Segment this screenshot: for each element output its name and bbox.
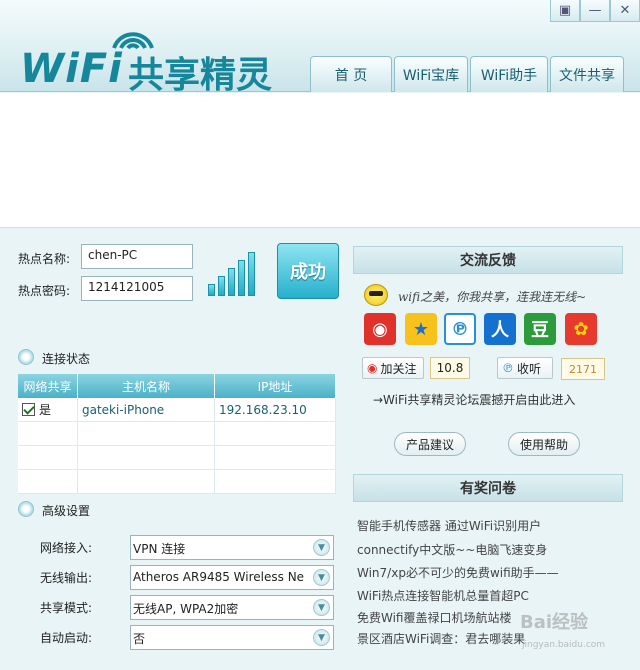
watermark-logo: Bai经验 — [520, 612, 589, 633]
connection-status-icon — [18, 349, 34, 365]
network-access-label: 网络接入: — [40, 541, 93, 555]
survey-header: 有奖问卷 — [353, 474, 623, 502]
app-logo: WiFi 共享精灵 — [20, 18, 290, 96]
tencent-weibo-icon: ℗ — [502, 361, 514, 375]
wireless-output-select[interactable]: Atheros AR9485 Wireless Ne ▼ — [130, 565, 334, 590]
tab-wifi-library[interactable]: WiFi宝库 — [394, 56, 468, 92]
chevron-down-icon[interactable]: ▼ — [313, 569, 330, 586]
banner-area — [0, 93, 640, 228]
survey-item[interactable]: connectify中文版~~电脑飞速变身 — [357, 541, 547, 558]
connection-table-header: 网络共享 主机名称 IP地址 — [18, 374, 336, 398]
hotspot-name-input[interactable]: chen-PC — [81, 244, 193, 269]
share-mode-value: 无线AP, WPA2加密 — [133, 602, 239, 616]
smiley-icon — [364, 284, 388, 306]
share-checkbox[interactable] — [22, 403, 35, 416]
weibo-follow-label: 加关注 — [380, 361, 417, 376]
survey-item[interactable]: WiFi热点连接智能机总量首超PC — [357, 587, 529, 604]
survey-item[interactable]: 景区酒店WiFi调查：君去哪装果 — [357, 630, 525, 647]
douban-icon[interactable]: 豆 — [524, 313, 556, 345]
column-header-ip: IP地址 — [215, 374, 336, 398]
column-header-share: 网络共享 — [18, 374, 78, 398]
wireless-output-label: 无线输出: — [40, 571, 93, 585]
renren-icon[interactable]: 人 — [484, 313, 516, 345]
title-bar: WiFi 共享精灵 ▣ — ✕ 首 页 WiFi宝库 WiFi助手 文件共享 — [0, 0, 640, 96]
share-value: 是 — [39, 403, 52, 417]
tab-home[interactable]: 首 页 — [310, 56, 392, 92]
qzone-icon[interactable]: ★ — [405, 313, 437, 345]
hotspot-password-input[interactable]: 1214121005 — [81, 276, 193, 301]
host-cell: gateki-iPhone — [78, 398, 215, 421]
table-row — [18, 470, 336, 494]
minimize-icon[interactable]: — — [580, 0, 610, 22]
connection-status-label: 连接状态 — [42, 352, 91, 366]
skin-icon[interactable]: ▣ — [550, 0, 580, 22]
status-success-button[interactable]: 成功 — [277, 243, 339, 299]
survey-item[interactable]: 智能手机传感器 通过WiFi识别用户 — [357, 517, 541, 534]
main-tabs: 首 页 WiFi宝库 WiFi助手 文件共享 — [310, 56, 626, 92]
share-cell: 是 — [18, 398, 78, 421]
tencent-weibo-icon[interactable]: ℗ — [444, 313, 476, 345]
hotspot-password-label: 热点密码: — [18, 284, 71, 298]
share-mode-select[interactable]: 无线AP, WPA2加密 ▼ — [130, 595, 334, 620]
advanced-settings-icon — [18, 501, 34, 517]
network-access-value: VPN 连接 — [133, 542, 186, 556]
connection-table: 网络共享 主机名称 IP地址 是 gateki-iPhone 192.168.2… — [18, 374, 336, 494]
survey-item[interactable]: 免费Wifi覆盖禄口机场航站楼 — [357, 609, 512, 626]
close-icon[interactable]: ✕ — [610, 0, 640, 22]
autostart-select[interactable]: 否 ▼ — [130, 625, 334, 650]
signal-strength-icon — [208, 248, 264, 296]
weibo-follow-button[interactable]: ◉ 加关注 — [362, 357, 424, 379]
product-suggestion-button[interactable]: 产品建议 — [394, 432, 466, 456]
chevron-down-icon[interactable]: ▼ — [313, 629, 330, 646]
logo-wifi-text: WiFi — [20, 46, 123, 92]
ip-cell: 192.168.23.10 — [215, 398, 336, 421]
tab-wifi-assistant[interactable]: WiFi助手 — [470, 56, 548, 92]
kaixin-icon[interactable]: ✿ — [565, 313, 597, 345]
autostart-value: 否 — [133, 632, 146, 646]
sina-weibo-icon[interactable]: ◉ — [364, 313, 396, 345]
weibo-follower-count: 10.8 — [430, 357, 470, 379]
table-row — [18, 422, 336, 446]
column-header-host: 主机名称 — [78, 374, 215, 398]
sina-weibo-icon: ◉ — [367, 361, 378, 375]
table-row[interactable]: 是 gateki-iPhone 192.168.23.10 — [18, 398, 336, 422]
chevron-down-icon[interactable]: ▼ — [313, 599, 330, 616]
chevron-down-icon[interactable]: ▼ — [313, 539, 330, 556]
hotspot-name-label: 热点名称: — [18, 252, 71, 266]
autostart-label: 自动启动: — [40, 631, 93, 645]
watermark-url: jingyan.baidu.com — [522, 640, 606, 650]
tencent-listener-count: 2171 — [561, 358, 605, 380]
tencent-listen-label: 收听 — [517, 361, 542, 376]
tab-file-sharing[interactable]: 文件共享 — [550, 56, 624, 92]
advanced-settings-label: 高级设置 — [42, 504, 91, 518]
survey-item[interactable]: Win7/xp必不可少的免费wifi助手—— — [357, 564, 559, 581]
forum-link[interactable]: →WiFi共享精灵论坛震撼开启由此进入 — [373, 391, 575, 408]
feedback-header: 交流反馈 — [353, 246, 623, 274]
wireless-output-value: Atheros AR9485 Wireless Ne — [133, 570, 305, 584]
table-row — [18, 446, 336, 470]
share-mode-label: 共享模式: — [40, 601, 93, 615]
slogan-text: wifi之美，你我共享，连我连无线~ — [398, 290, 587, 304]
tencent-listen-button[interactable]: ℗ 收听 — [497, 357, 553, 379]
window-controls: ▣ — ✕ — [550, 0, 640, 22]
network-access-select[interactable]: VPN 连接 ▼ — [130, 535, 334, 560]
help-button[interactable]: 使用帮助 — [508, 432, 580, 456]
logo-cn-text: 共享精灵 — [128, 55, 273, 96]
